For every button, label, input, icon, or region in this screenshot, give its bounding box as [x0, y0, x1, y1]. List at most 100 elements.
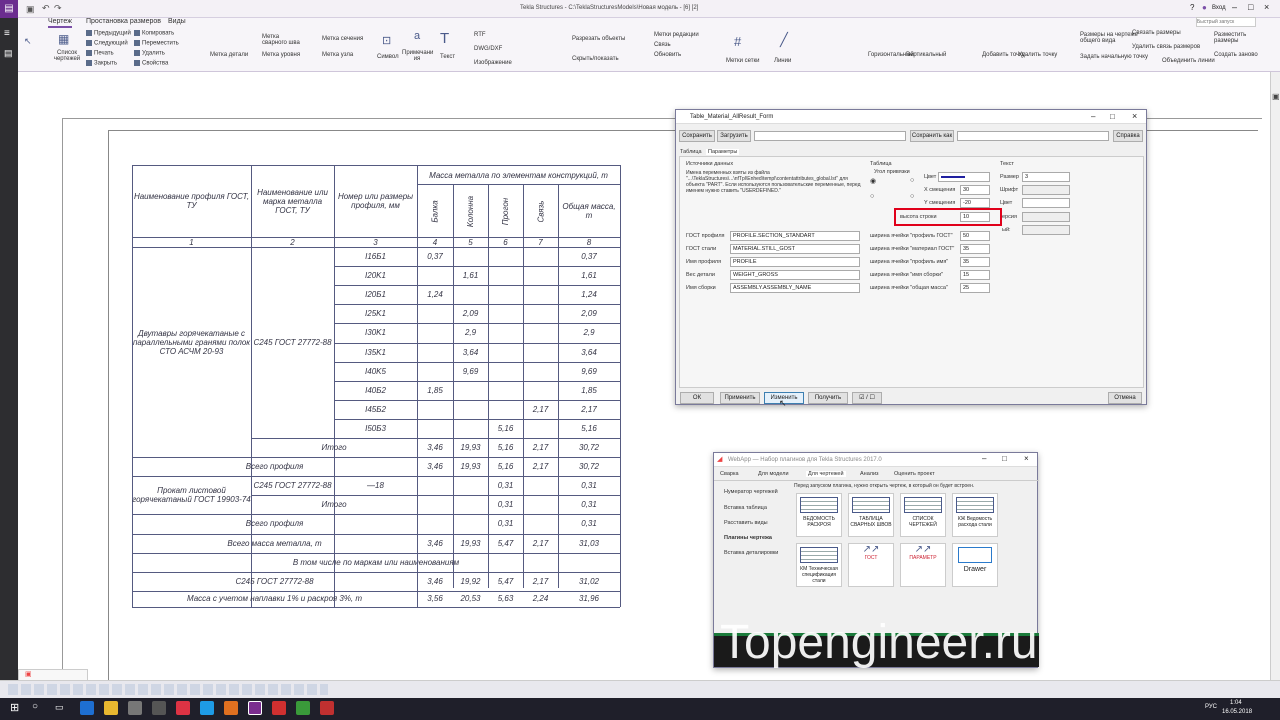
layers-icon[interactable]: ▤ [4, 48, 13, 59]
app-icon-green[interactable] [296, 701, 310, 715]
link-button[interactable]: Связь [654, 42, 671, 48]
side-arrange-views[interactable]: Расставить виды [724, 520, 768, 526]
tab-dimensioning[interactable]: Простановка размеров [86, 18, 161, 28]
hide-show-button[interactable]: Скрыть/показать [572, 56, 619, 62]
task-view-icon[interactable]: ▭ [55, 702, 64, 713]
edge-icon[interactable] [80, 701, 94, 715]
menu-icon[interactable]: ≡ [4, 28, 10, 39]
copy-button[interactable]: Копировать [142, 31, 174, 37]
webapp-max-button[interactable]: □ [1002, 454, 1007, 463]
help-button[interactable]: Справка [1113, 130, 1143, 142]
office-icon[interactable] [176, 701, 190, 715]
drawing-tab-thumb[interactable]: ▣ [18, 669, 88, 681]
dialog-close-button[interactable]: × [1132, 111, 1137, 121]
side-insert-details[interactable]: Вставка деталировки [724, 550, 778, 556]
node-mark-button[interactable]: Метка узла [322, 52, 353, 58]
vertical-dim-button[interactable]: Вертикальный [906, 52, 946, 58]
symbol-button[interactable]: Символ [377, 54, 399, 60]
save-icon[interactable]: ▣ [26, 4, 35, 15]
set-start-point-button[interactable]: Задать начальную точку [1080, 54, 1148, 60]
cancel-button[interactable]: Отмена [1108, 392, 1142, 404]
delete-point-button[interactable]: Удалить точку [1018, 52, 1057, 58]
save-as-input[interactable] [957, 131, 1109, 141]
save-as-button[interactable]: Сохранить как [910, 130, 954, 142]
save-button[interactable]: Сохранить [679, 130, 715, 142]
text-button[interactable]: Текст [440, 54, 455, 60]
unlink-dims-button[interactable]: Удалить связь размеров [1132, 44, 1200, 50]
text-size-input[interactable]: 3 [1022, 172, 1070, 182]
maximize-button[interactable]: □ [1248, 2, 1253, 12]
webapp-tab-model[interactable]: Для модели [758, 471, 789, 477]
level-mark-button[interactable]: Метка уровня [262, 52, 300, 58]
side-insert-table[interactable]: Вставка таблица [724, 505, 767, 511]
part-mark-button[interactable]: Метка детали [210, 52, 248, 58]
dwg-button[interactable]: DWG/DXF [474, 46, 502, 52]
plugin-gost[interactable]: ↗↗ ГОСТ [848, 543, 894, 587]
plugin-weld-table[interactable]: ТАБЛИЦА СВАРНЫХ ШВОВ [848, 493, 894, 537]
section-mark-button[interactable]: Метка сечения [322, 36, 363, 42]
width-material-input[interactable]: 35 [960, 244, 990, 254]
plugin-kzh-steel[interactable]: КЖ Ведомость расхода стали [952, 493, 998, 537]
rtf-button[interactable]: RTF [474, 32, 486, 38]
side-drawing-plugins[interactable]: Плагины чертежа [724, 535, 772, 541]
plugin-km-spec[interactable]: КМ Техническая спецификация стали [796, 543, 842, 587]
tab-parameters[interactable]: Параметры [706, 149, 740, 155]
image-button[interactable]: Изображение [474, 60, 512, 66]
webapp-tab-drawings[interactable]: Для чертежей [806, 471, 846, 477]
app-icon-orange[interactable] [224, 701, 238, 715]
app-icon-red[interactable] [272, 701, 286, 715]
undo-icon[interactable]: ↶ [42, 3, 50, 14]
move-button[interactable]: Переместить [142, 41, 179, 47]
version-select[interactable] [1022, 212, 1070, 222]
link-dims-button[interactable]: Связать размеры [1132, 30, 1181, 36]
properties-button[interactable]: Свойства [142, 61, 168, 67]
cut-objects-button[interactable]: Разрезать объекты [572, 36, 625, 42]
row-height-input[interactable]: 10 [960, 212, 990, 222]
next-button[interactable]: Следующий [94, 41, 128, 47]
width-mass-input[interactable]: 25 [960, 283, 990, 293]
width-assembly-input[interactable]: 15 [960, 270, 990, 280]
font-select[interactable] [1022, 185, 1070, 195]
properties-panel-icon[interactable]: ▣ [1272, 92, 1280, 101]
table-color-select[interactable] [938, 172, 990, 182]
webapp-close-button[interactable]: × [1024, 454, 1029, 463]
corner-radio-tl[interactable]: ◉ [870, 177, 876, 185]
corner-radio-tr[interactable]: ○ [910, 177, 914, 184]
revision-marks-button[interactable]: Метки редакции [654, 32, 699, 38]
language-indicator[interactable]: РУС [1205, 704, 1217, 710]
width-profile-input[interactable]: 50 [960, 231, 990, 241]
get-button[interactable]: Получить [808, 392, 848, 404]
print-button[interactable]: Печать [94, 51, 114, 57]
width-profname-input[interactable]: 35 [960, 257, 990, 267]
login-link[interactable]: Вход [1212, 5, 1226, 11]
minimize-button[interactable]: – [1232, 2, 1237, 12]
dialog-max-button[interactable]: □ [1110, 112, 1115, 121]
ok-button[interactable]: ОК [680, 392, 714, 404]
apply-button[interactable]: Применить [720, 392, 760, 404]
merge-lines-button[interactable]: Объединить линии [1162, 58, 1215, 64]
explorer-icon[interactable] [104, 701, 118, 715]
snap-toolbar[interactable] [8, 684, 328, 695]
select-arrow-icon[interactable]: ↖ [24, 36, 32, 47]
plugin-cutting-list[interactable]: ВЕДОМОСТЬ РАСКРОЯ [796, 493, 842, 537]
preset-select[interactable] [754, 131, 906, 141]
tab-views[interactable]: Виды [168, 18, 186, 28]
mail-icon[interactable] [152, 701, 166, 715]
store-icon[interactable] [128, 701, 142, 715]
delete-button[interactable]: Удалить [142, 51, 165, 57]
update-button[interactable]: Обновить [654, 52, 681, 58]
toggle-button[interactable]: ☑ / ☐ [852, 392, 882, 404]
gost-profile-input[interactable]: PROFILE.SECTION_STANDART [730, 231, 860, 241]
note-button[interactable]: Примечани ия [402, 50, 433, 62]
load-button[interactable]: Загрузить [717, 130, 751, 142]
tab-drawing[interactable]: Чертеж [48, 18, 72, 28]
plugin-parameter[interactable]: ↗↗ ПАРАМЕТР [900, 543, 946, 587]
lines-button[interactable]: Линии [774, 58, 791, 64]
tab-table[interactable]: Таблица [680, 149, 702, 155]
y-offset-input[interactable]: -20 [960, 198, 990, 208]
prev-button[interactable]: Предыдущий [94, 31, 131, 37]
profile-name-input[interactable]: PROFILE [730, 257, 860, 267]
close-button[interactable]: × [1264, 2, 1269, 12]
assembly-name-input[interactable]: ASSEMBLY.ASSEMBLY_NAME [730, 283, 860, 293]
side-numerator[interactable]: Нумератор чертежей [724, 489, 778, 495]
